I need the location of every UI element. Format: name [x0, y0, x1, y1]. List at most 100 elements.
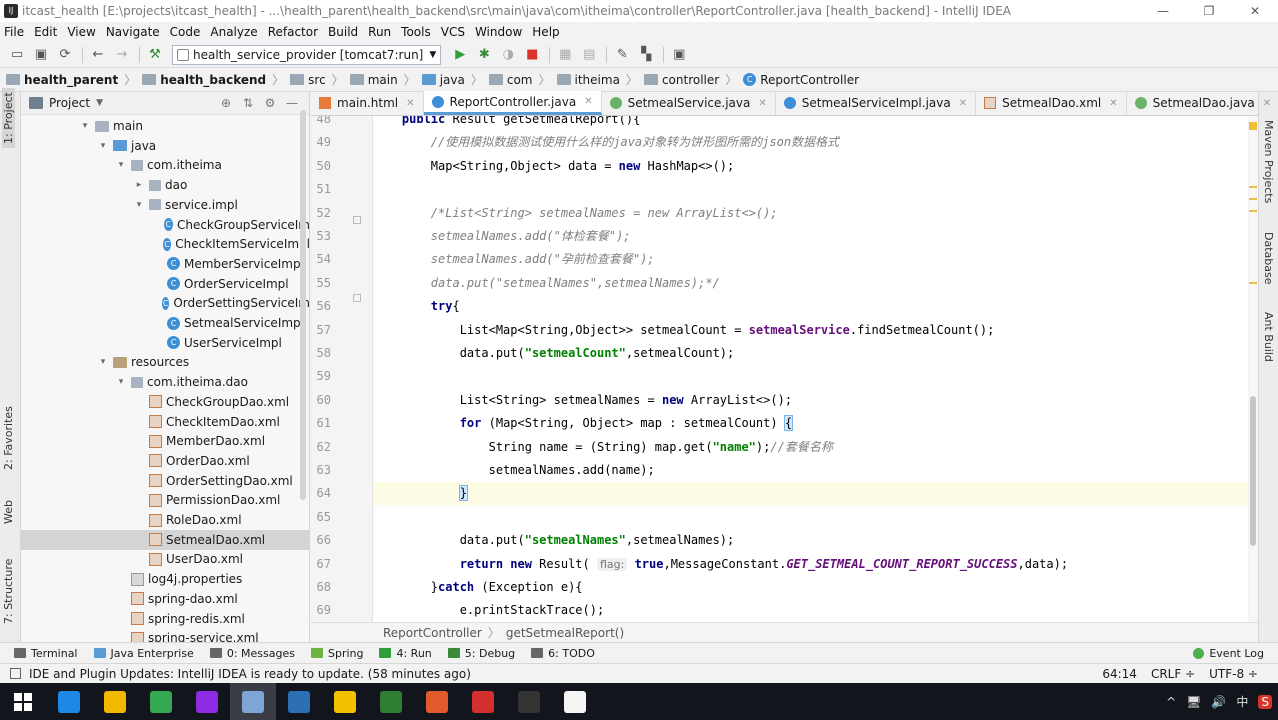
fold-marker-icon[interactable] — [353, 216, 361, 224]
code-line[interactable]: List<Map<String,Object>> setmealCount = … — [373, 319, 1248, 342]
project-structure-icon[interactable]: ▦ — [554, 45, 576, 65]
code-line[interactable]: data.put("setmealCount",setmealCount); — [373, 342, 1248, 365]
tree-item[interactable]: C OrderServiceImpl — [21, 274, 309, 294]
todo-tool-button[interactable]: 6: TODO — [531, 647, 595, 660]
tree-item[interactable]: ▸ dao — [21, 175, 309, 195]
close-tab-icon[interactable]: ✕ — [1109, 98, 1117, 109]
code-line[interactable]: data.put("setmealNames",setmealNames);*/ — [373, 272, 1248, 295]
code-line[interactable]: //使用模拟数据测试使用什么样的java对象转为饼形图所需的json数据格式 — [373, 131, 1248, 154]
ime-icon[interactable]: 中 — [1236, 693, 1248, 710]
code-line[interactable]: List<String> setmealNames = new ArrayLis… — [373, 389, 1248, 412]
maximize-button[interactable]: ❐ — [1186, 0, 1232, 22]
menu-code[interactable]: Code — [170, 25, 201, 39]
menu-refactor[interactable]: Refactor — [268, 25, 318, 39]
menu-run[interactable]: Run — [368, 25, 391, 39]
menu-view[interactable]: View — [67, 25, 95, 39]
taskbar-app[interactable] — [92, 683, 138, 720]
tree-item[interactable]: spring-dao.xml — [21, 589, 309, 609]
messages-tool-button[interactable]: 0: Messages — [209, 647, 295, 660]
editor-tab[interactable]: main.html ✕ — [311, 91, 424, 115]
code-line[interactable]: String name = (String) map.get("name");/… — [373, 436, 1248, 459]
menu-file[interactable]: File — [4, 25, 24, 39]
taskbar-app[interactable] — [552, 683, 598, 720]
taskbar-app[interactable] — [414, 683, 460, 720]
chevron-down-icon[interactable]: ▾ — [97, 357, 109, 367]
debug-icon[interactable]: ✱ — [473, 45, 495, 65]
editor-breadcrumb-method[interactable]: getSetmealReport() — [506, 626, 624, 640]
menu-window[interactable]: Window — [475, 25, 522, 39]
taskbar-app[interactable] — [46, 683, 92, 720]
sdk-icon[interactable]: ▤ — [578, 45, 600, 65]
maven-projects-tab[interactable]: Maven Projects — [1262, 120, 1275, 203]
settings-wrench-icon[interactable]: ✎ — [611, 45, 633, 65]
chevron-down-icon[interactable]: ▾ — [115, 377, 127, 387]
structure-icon[interactable]: ▚ — [635, 45, 657, 65]
code-line[interactable]: setmealNames.add(name); — [373, 459, 1248, 482]
warning-stripe[interactable] — [1249, 198, 1257, 200]
chevron-down-icon[interactable]: ▼ — [96, 98, 103, 108]
breadcrumb-com[interactable]: com — [488, 73, 533, 87]
chevron-down-icon[interactable]: ▾ — [115, 160, 127, 170]
taskbar-app[interactable] — [322, 683, 368, 720]
tree-item[interactable]: SetmealDao.xml — [21, 529, 309, 550]
code-line[interactable] — [373, 506, 1248, 529]
breadcrumb-main[interactable]: main — [349, 73, 398, 87]
tree-item[interactable]: C UserServiceImpl — [21, 333, 309, 353]
tree-item[interactable]: MemberDao.xml — [21, 431, 309, 451]
favorites-tool-tab[interactable]: 2: Favorites — [2, 406, 15, 470]
menu-navigate[interactable]: Navigate — [106, 25, 160, 39]
structure-tool-tab[interactable]: 7: Structure — [2, 559, 15, 624]
menu-tools[interactable]: Tools — [401, 25, 431, 39]
breadcrumb-health-backend[interactable]: health_backend — [142, 73, 266, 87]
run-icon[interactable]: ▶ — [449, 45, 471, 65]
taskbar-app[interactable] — [506, 683, 552, 720]
collapse-icon[interactable]: ⇅ — [237, 96, 259, 110]
menu-help[interactable]: Help — [532, 25, 559, 39]
warning-stripe[interactable] — [1249, 282, 1257, 284]
ant-build-tab[interactable]: Ant Build — [1262, 312, 1275, 362]
taskbar-app[interactable] — [138, 683, 184, 720]
back-icon[interactable]: ← — [87, 45, 109, 65]
tree-item[interactable]: log4j.properties — [21, 569, 309, 589]
caret-position[interactable]: 64:14 — [1102, 667, 1137, 681]
menu-vcs[interactable]: VCS — [441, 25, 465, 39]
editor-tab[interactable]: SetmealDao.java ✕ — [1127, 91, 1278, 115]
tree-item[interactable]: OrderSettingDao.xml — [21, 471, 309, 491]
breadcrumb-reportcontroller[interactable]: C ReportController — [743, 73, 859, 87]
save-icon[interactable]: ▣ — [30, 45, 52, 65]
sync-icon[interactable]: ⟳ — [54, 45, 76, 65]
code-line[interactable]: for (Map<String, Object> map : setmealCo… — [373, 412, 1248, 435]
tray-expand-icon[interactable]: ^ — [1166, 695, 1176, 709]
close-tab-icon[interactable]: ✕ — [406, 98, 414, 109]
tree-item[interactable]: ▾ resources — [21, 352, 309, 372]
java-enterprise-tool-button[interactable]: Java Enterprise — [93, 647, 194, 660]
taskbar-app[interactable] — [276, 683, 322, 720]
start-button[interactable] — [0, 683, 46, 720]
chevron-down-icon[interactable]: ▾ — [79, 121, 91, 131]
minimize-button[interactable]: — — [1140, 0, 1186, 22]
editor-tab[interactable]: SetmealDao.xml ✕ — [976, 91, 1127, 115]
tree-item[interactable]: C MemberServiceImpl — [21, 254, 309, 274]
file-encoding[interactable]: UTF-8 ÷ — [1209, 667, 1258, 681]
tree-item[interactable]: C SetmealServiceImpl — [21, 313, 309, 333]
code-line[interactable]: public Result getSetmealReport(){ — [373, 116, 1248, 131]
breadcrumb-health-parent[interactable]: health_parent — [6, 73, 118, 87]
volume-icon[interactable]: 🔊 — [1211, 695, 1226, 709]
editor-scrollbar[interactable] — [1249, 116, 1258, 622]
gear-icon[interactable]: ⚙ — [259, 96, 281, 110]
code-line[interactable]: } — [373, 482, 1248, 506]
code-line[interactable] — [373, 365, 1248, 388]
database-tab[interactable]: Database — [1262, 232, 1275, 285]
inspection-status-icon[interactable] — [1249, 122, 1257, 130]
close-button[interactable]: ✕ — [1232, 0, 1278, 22]
network-icon[interactable]: 🖥 — [1186, 695, 1201, 709]
breadcrumb-java[interactable]: java — [421, 73, 465, 87]
tree-item[interactable]: C OrderSettingServiceIm — [21, 293, 309, 313]
editor-tab[interactable]: ReportController.java ✕ — [423, 91, 602, 115]
line-separator[interactable]: CRLF ÷ — [1151, 667, 1195, 681]
chevron-down-icon[interactable]: ▾ — [97, 141, 109, 151]
code-editor[interactable]: public Result getSetmealReport(){ //使用模拟… — [373, 116, 1248, 622]
run-tool-button[interactable]: 4: Run — [379, 647, 432, 660]
tool-windows-toggle-icon[interactable] — [10, 668, 21, 679]
taskbar-app[interactable] — [184, 683, 230, 720]
